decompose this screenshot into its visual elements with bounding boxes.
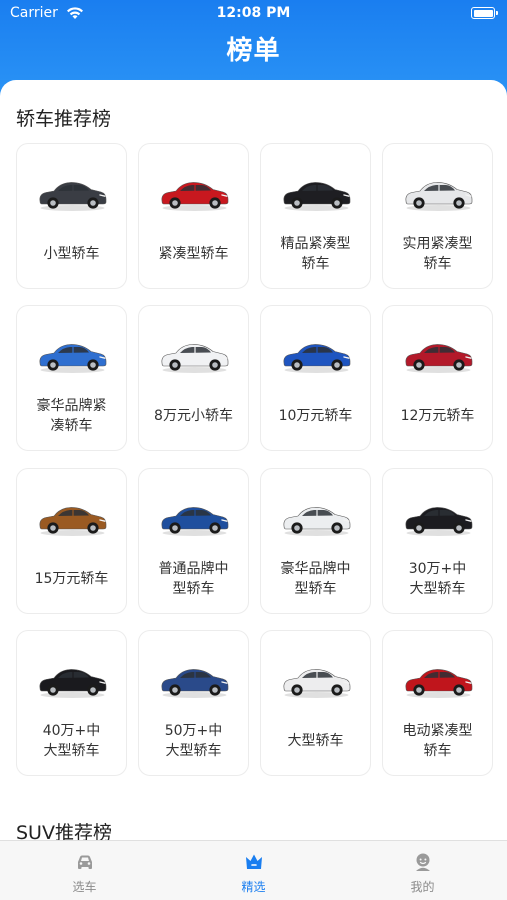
car-image bbox=[39, 507, 107, 536]
ranking-label: 50万+中 大型轿车 bbox=[164, 723, 223, 759]
ranking-label: 电动紧凑型 轿车 bbox=[402, 723, 473, 759]
ranking-card[interactable]: 小型轿车 bbox=[16, 143, 127, 289]
car-image bbox=[283, 669, 351, 698]
car-image bbox=[161, 182, 229, 211]
tab-choose-car[interactable]: 选车 bbox=[0, 841, 169, 900]
car-image bbox=[405, 669, 473, 698]
tab-featured[interactable]: 精选 bbox=[169, 841, 338, 900]
ranking-card[interactable]: 豪华品牌中 型轿车 bbox=[260, 468, 371, 614]
ranking-card[interactable]: 精品紧凑型 轿车 bbox=[260, 143, 371, 289]
ranking-card[interactable]: 普通品牌中 型轿车 bbox=[138, 468, 249, 614]
battery-icon bbox=[471, 7, 498, 19]
ranking-label: 小型轿车 bbox=[43, 246, 100, 262]
ranking-label: 普通品牌中 型轿车 bbox=[158, 561, 229, 597]
ranking-label: 10万元轿车 bbox=[278, 408, 353, 424]
ranking-card[interactable]: 12万元轿车 bbox=[382, 305, 493, 451]
ranking-label: 8万元小轿车 bbox=[154, 408, 233, 424]
car-image bbox=[405, 182, 473, 211]
ranking-label: 豪华品牌紧 凑轿车 bbox=[36, 398, 107, 434]
tab-label: 我的 bbox=[410, 880, 435, 894]
car-image bbox=[161, 669, 229, 698]
section-title-sedan: 轿车推荐榜 bbox=[16, 108, 112, 130]
page-title: 榜单 bbox=[226, 36, 281, 66]
ranking-label: 40万+中 大型轿车 bbox=[42, 723, 101, 759]
car-image bbox=[405, 344, 473, 373]
crown-icon bbox=[245, 854, 262, 869]
ranking-card[interactable]: 50万+中 大型轿车 bbox=[138, 630, 249, 776]
tab-label: 选车 bbox=[72, 880, 97, 894]
ranking-card[interactable]: 实用紧凑型 轿车 bbox=[382, 143, 493, 289]
car-icon bbox=[77, 855, 92, 869]
tab-bar: 选车 精选 我的 bbox=[0, 840, 507, 900]
car-image bbox=[39, 669, 107, 698]
ranking-label: 精品紧凑型 轿车 bbox=[280, 236, 351, 272]
status-bar: Carrier 12:08 PM bbox=[0, 4, 507, 26]
ranking-label: 30万+中 大型轿车 bbox=[408, 561, 467, 597]
ranking-label: 豪华品牌中 型轿车 bbox=[280, 561, 351, 597]
ranking-card[interactable]: 40万+中 大型轿车 bbox=[16, 630, 127, 776]
tab-mine[interactable]: 我的 bbox=[338, 841, 507, 900]
ranking-card[interactable]: 紧凑型轿车 bbox=[138, 143, 249, 289]
ranking-label: 15万元轿车 bbox=[34, 571, 109, 587]
ranking-card[interactable]: 大型轿车 bbox=[260, 630, 371, 776]
profile-icon bbox=[415, 853, 430, 871]
ranking-card[interactable]: 15万元轿车 bbox=[16, 468, 127, 614]
car-image bbox=[39, 344, 107, 373]
ranking-label: 12万元轿车 bbox=[400, 408, 475, 424]
ranking-card[interactable]: 电动紧凑型 轿车 bbox=[382, 630, 493, 776]
ranking-list[interactable]: 轿车推荐榜 小型轿车 紧凑型轿车 精品紧凑型 轿车 实用紧凑型 轿车豪华品牌紧 凑轿车 8万元… bbox=[0, 80, 507, 840]
ranking-card[interactable]: 30万+中 大型轿车 bbox=[382, 468, 493, 614]
section-title-suv: SUV推荐榜 bbox=[16, 822, 112, 840]
car-image bbox=[39, 182, 107, 211]
ranking-card[interactable]: 豪华品牌紧 凑轿车 bbox=[16, 305, 127, 451]
car-image bbox=[161, 344, 229, 373]
clock: 12:08 PM bbox=[216, 5, 291, 21]
car-image bbox=[283, 507, 351, 536]
car-image bbox=[283, 344, 351, 373]
ranking-label: 大型轿车 bbox=[287, 733, 344, 749]
ranking-card[interactable]: 10万元轿车 bbox=[260, 305, 371, 451]
car-image bbox=[283, 182, 351, 211]
ranking-card[interactable]: 8万元小轿车 bbox=[138, 305, 249, 451]
car-image bbox=[161, 507, 229, 536]
ranking-label: 实用紧凑型 轿车 bbox=[402, 236, 473, 272]
car-image bbox=[405, 507, 473, 536]
tab-label: 精选 bbox=[241, 880, 266, 894]
ranking-label: 紧凑型轿车 bbox=[158, 246, 229, 262]
